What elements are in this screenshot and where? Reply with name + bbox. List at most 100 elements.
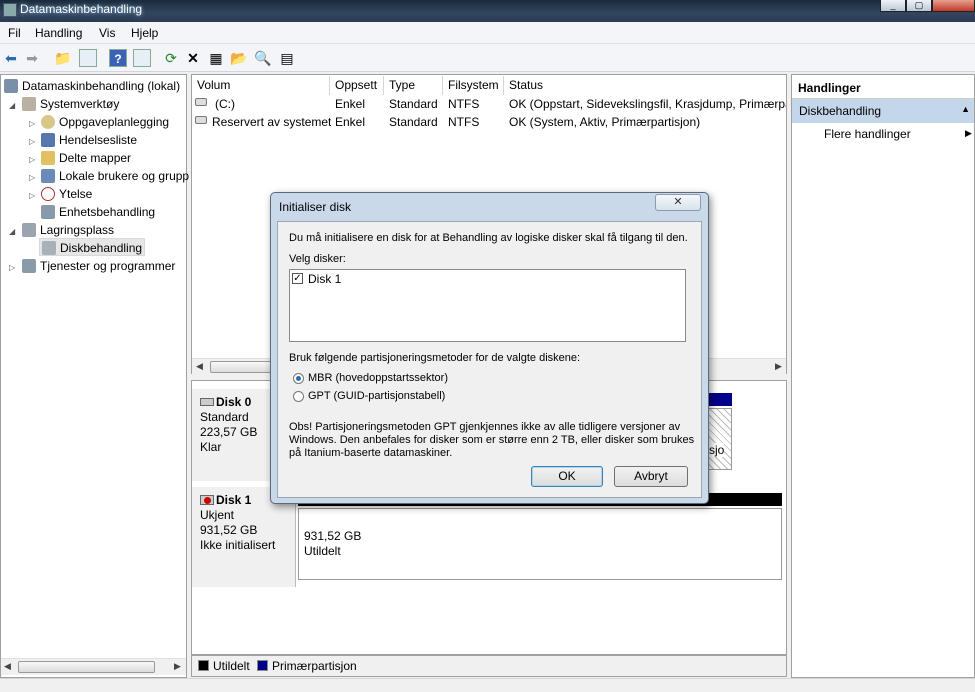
mbr-label[interactable]: MBR (hovedoppstartssektor) [308,372,448,384]
up-folder-icon[interactable]: 📁 [54,49,72,67]
menu-bar: Fil Handling Vis Hjelp [0,22,975,44]
column-header-volume[interactable]: Volum [192,76,330,95]
scroll-right-icon[interactable]: ▶ [174,661,181,672]
gpt-label[interactable]: GPT (GUID-partisjonstabell) [308,390,445,402]
cell-type: Standard [389,115,438,129]
column-header-type[interactable]: Type [384,76,443,95]
event-viewer-icon [41,133,55,147]
collapse-icon[interactable]: ◢ [9,101,15,110]
window-title: Datamaskinbehandling [20,2,143,16]
expand-icon[interactable]: ▷ [29,173,35,182]
tree-device-manager[interactable]: Enhetsbehandling [41,203,155,221]
collapse-icon[interactable]: ◢ [9,227,15,236]
cell-type: Standard [389,97,438,111]
tools-icon [22,97,36,111]
tree-performance[interactable]: Ytelse [41,185,92,203]
maximize-button[interactable]: ▢ [906,0,932,12]
cell-filesystem: NTFS [448,97,480,111]
cancel-button[interactable]: Avbryt [614,466,688,487]
disk1-type: Ukjent [200,508,235,522]
cell-volume: Reservert av systemet [212,115,332,129]
services-icon [22,259,36,273]
show-hide-action-pane-icon[interactable] [133,49,151,67]
scroll-left-icon[interactable]: ◀ [4,661,11,672]
cell-layout: Enkel [335,115,366,129]
forward-arrow-icon[interactable]: ➡ [23,49,41,67]
gpt-note-line: Obs! Partisjoneringsmetoden GPT gjenkjen… [289,421,681,433]
partition-method-label: Bruk følgende partisjoneringsmetoder for… [289,352,581,364]
mbr-radio[interactable] [293,373,304,384]
ok-button[interactable]: OK [531,466,603,487]
actions-section-label: Diskbehandling [799,104,882,118]
legend-primary: Primærpartisjon [257,659,357,673]
more-actions-item[interactable]: Flere handlinger [824,127,911,141]
tree-task-scheduler[interactable]: Oppgaveplanlegging [41,113,169,131]
column-header-layout[interactable]: Oppsett [330,76,384,95]
disk1-size: 931,52 GB [200,523,258,537]
expand-icon[interactable]: ▷ [29,191,35,200]
tree-root[interactable]: Datamaskinbehandling (lokal) [4,77,180,95]
collapse-up-icon[interactable]: ▲ [961,104,970,114]
tree-storage[interactable]: Lagringsplass [22,221,114,239]
dialog-close-button[interactable]: ✕ [655,194,701,211]
tree-services-label: Tjenester og programmer [40,259,176,273]
disk-management-icon [42,241,56,255]
cell-status: OK (Oppstart, Sidevekslingsfil, Krasjdum… [509,97,786,111]
actions-pane: Handlinger Diskbehandling ▲ Flere handli… [791,74,975,678]
scroll-thumb[interactable] [18,661,155,673]
gpt-note-line: Windows. Den anbefales for disker som er… [289,434,695,446]
shared-folder-icon [41,151,55,165]
cell-status: OK (System, Aktiv, Primærpartisjon) [509,115,701,129]
show-hide-tree-icon[interactable] [79,49,97,67]
navigation-tree: Datamaskinbehandling (lokal) ◢ Systemver… [0,74,189,678]
help-icon[interactable]: ? [109,49,127,67]
menu-action[interactable]: Handling [35,26,82,40]
disk1-partition-state: Utildelt [304,544,341,558]
actions-section-disk-management[interactable]: Diskbehandling ▲ [792,99,974,123]
tree-horizontal-scrollbar[interactable]: ◀ ▶ [1,658,186,675]
column-header-filesystem[interactable]: Filsystem [443,76,504,95]
gpt-note-line: på Itanium-baserte datamaskiner. [289,447,453,459]
back-arrow-icon[interactable]: ⬅ [2,49,20,67]
refresh-icon[interactable]: ⟳ [162,49,180,67]
scroll-left-icon[interactable]: ◀ [196,361,203,372]
tree-services[interactable]: Tjenester og programmer [22,257,175,275]
menu-view[interactable]: Vis [99,26,115,40]
disk0-partition[interactable]: sjo [706,408,732,470]
menu-help[interactable]: Hjelp [131,26,158,40]
column-header-status[interactable]: Status [504,76,786,95]
expand-icon[interactable]: ▷ [29,137,35,146]
disk1-unallocated-partition[interactable]: 931,52 GB Utildelt [298,508,782,580]
dialog-body: Du må initialisere en disk for at Behand… [277,221,702,498]
properties-icon[interactable]: ▦ [207,49,225,67]
disk-warning-icon [200,495,214,505]
disk1-checkbox[interactable]: ✓ [292,273,303,284]
disk-properties-icon[interactable]: ▤ [278,49,296,67]
expand-icon[interactable]: ▷ [9,263,15,272]
tree-event-viewer[interactable]: Hendelsesliste [41,131,137,149]
legend-unallocated: Utildelt [198,659,250,673]
app-icon [3,3,17,17]
tree-disk-management[interactable]: Diskbehandling [39,238,146,256]
expand-icon[interactable]: ▷ [29,119,35,128]
title-bar: Datamaskinbehandling _ ▢ [0,0,975,22]
tree-shared-folders[interactable]: Delte mapper [41,149,131,167]
chevron-right-icon[interactable]: ▶ [965,128,972,139]
disk1-list-item[interactable]: Disk 1 [308,272,341,286]
delete-icon[interactable]: ✕ [184,49,202,67]
minimize-button[interactable]: _ [880,0,906,12]
tree-system-tools-label: Systemverktøy [40,97,120,111]
scroll-right-icon[interactable]: ▶ [775,361,782,372]
close-window-button[interactable] [932,0,975,12]
initialize-disk-dialog: Initialiser disk ✕ Du må initialisere en… [270,192,709,504]
disk1-state: Ikke initialisert [200,538,276,552]
open-folder-icon[interactable]: 📂 [230,49,248,67]
tree-local-users[interactable]: Lokale brukere og grupp [41,167,189,185]
dialog-intro: Du må initialisere en disk for at Behand… [289,232,688,244]
gpt-radio[interactable] [293,391,304,402]
disk-listbox[interactable]: ✓ Disk 1 [289,269,686,342]
menu-file[interactable]: Fil [8,26,21,40]
tree-system-tools[interactable]: Systemverktøy [22,95,119,113]
expand-icon[interactable]: ▷ [29,155,35,164]
search-icon[interactable]: 🔍 [254,49,272,67]
